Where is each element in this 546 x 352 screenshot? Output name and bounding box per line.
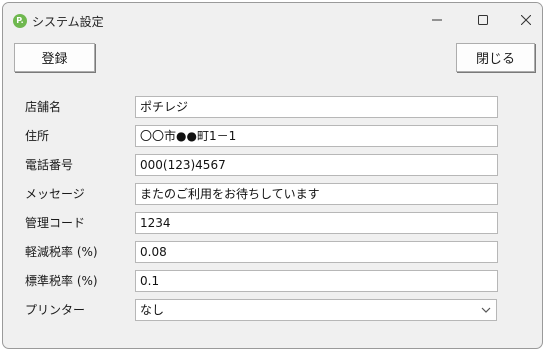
standard-tax-field[interactable]: 0.1: [135, 270, 498, 292]
store-name-label: 店舗名: [25, 100, 62, 114]
close-window-button[interactable]: [503, 3, 542, 36]
admin-code-field[interactable]: 1234: [135, 212, 498, 234]
register-button[interactable]: 登録: [14, 43, 95, 72]
minimize-icon: [432, 19, 442, 20]
app-icon: P.: [13, 14, 27, 28]
message-field[interactable]: またのご利用をお待ちしています: [135, 183, 498, 205]
printer-label: プリンター: [25, 303, 86, 317]
settings-window: P. システム設定 登録 閉じる 店舗名 ポチレジ 住所 〇〇市●●町1－1 電…: [2, 2, 543, 349]
reduced-tax-field[interactable]: 0.08: [135, 241, 498, 263]
printer-select[interactable]: なし: [135, 299, 497, 321]
close-button[interactable]: 閉じる: [456, 43, 535, 72]
message-label: メッセージ: [25, 187, 85, 201]
maximize-button[interactable]: [460, 3, 506, 36]
store-name-field[interactable]: ポチレジ: [135, 96, 498, 118]
minimize-button[interactable]: [414, 3, 460, 36]
reduced-tax-label: 軽減税率 (%): [25, 245, 98, 259]
standard-tax-label: 標準税率 (%): [25, 274, 98, 288]
address-field[interactable]: 〇〇市●●町1－1: [135, 125, 498, 147]
printer-select-value: なし: [140, 303, 165, 317]
admin-code-label: 管理コード: [25, 216, 86, 230]
phone-field[interactable]: 000(123)4567: [135, 154, 498, 176]
title-bar[interactable]: P. システム設定: [3, 3, 542, 36]
window-title: システム設定: [32, 15, 104, 29]
address-label: 住所: [25, 129, 50, 143]
close-icon: [521, 14, 531, 25]
phone-label: 電話番号: [25, 158, 74, 172]
chevron-down-icon: [481, 307, 491, 313]
maximize-icon: [478, 14, 488, 25]
